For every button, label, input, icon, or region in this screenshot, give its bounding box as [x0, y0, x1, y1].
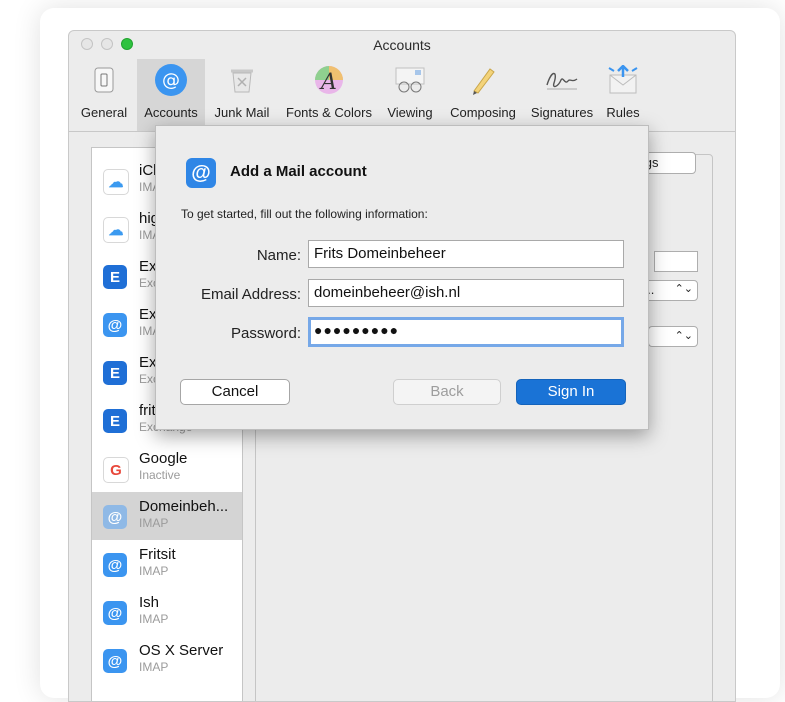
email-label: Email Address: — [200, 286, 301, 303]
chevron-updown-icon: ⌃⌄ — [674, 283, 693, 295]
account-name: OS X Server — [139, 642, 224, 659]
tab-label: Composing — [450, 105, 516, 120]
at-icon: @ — [103, 313, 127, 337]
at-icon: @ — [186, 158, 216, 188]
tab-accounts[interactable]: @ Accounts — [137, 59, 205, 131]
tab-viewing[interactable]: Viewing — [381, 59, 439, 131]
account-name: iCl — [139, 162, 157, 179]
chevron-updown-icon: ⌃⌄ — [674, 330, 693, 342]
account-name: Ex — [139, 258, 157, 275]
svg-text:A: A — [319, 70, 337, 95]
at-icon: @ — [103, 505, 127, 529]
svg-text:@: @ — [162, 70, 180, 91]
detail-text-field[interactable] — [654, 251, 698, 272]
account-name: Domeinbeh... — [139, 498, 229, 515]
account-type: IMAP — [139, 612, 169, 626]
account-name: frit — [139, 402, 156, 419]
tab-composing[interactable]: Composing — [443, 59, 523, 131]
tab-label: General — [80, 105, 128, 120]
tab-label: Signatures — [530, 105, 594, 120]
name-field[interactable]: Frits Domeinbeheer — [308, 240, 624, 268]
title-bar: Accounts — [69, 31, 735, 59]
tab-label: Fonts & Colors — [286, 105, 372, 120]
account-list-item[interactable]: G Google Inactive — [92, 444, 242, 492]
preferences-toolbar: General @ Accounts Junk Mail A Fonts & C… — [69, 59, 735, 132]
pencil-icon — [463, 63, 503, 97]
tab-label: Rules — [606, 105, 640, 120]
at-icon: @ — [151, 63, 191, 97]
account-name: Ex — [139, 306, 157, 323]
account-name: Google — [139, 450, 188, 467]
account-type: IMAP — [139, 660, 169, 674]
tab-junk-mail[interactable]: Junk Mail — [209, 59, 275, 131]
exchange-icon: E — [103, 265, 127, 289]
name-label: Name: — [256, 247, 301, 264]
add-mail-account-sheet: @ Add a Mail account To get started, fil… — [155, 125, 649, 430]
back-button[interactable]: Back — [393, 379, 501, 405]
exchange-icon: E — [103, 409, 127, 433]
window-title: Accounts — [373, 37, 431, 53]
icloud-icon: ☁ — [103, 169, 129, 195]
cancel-button[interactable]: Cancel — [180, 379, 290, 405]
account-name: Ish — [139, 594, 160, 611]
email-field[interactable]: domeinbeheer@ish.nl — [308, 279, 624, 307]
at-icon: @ — [103, 649, 127, 673]
tab-label: Accounts — [144, 105, 198, 120]
at-icon: @ — [103, 601, 127, 625]
icloud-icon: ☁ — [103, 217, 129, 243]
tab-signatures[interactable]: Signatures — [525, 59, 599, 131]
trash-icon — [222, 63, 262, 97]
account-type: IMAP — [139, 516, 169, 530]
sheet-title: Add a Mail account — [230, 163, 367, 180]
switch-icon — [84, 63, 124, 97]
at-icon: @ — [103, 553, 127, 577]
sheet-instructions: To get started, fill out the following i… — [181, 207, 428, 221]
tab-fonts-colors[interactable]: A Fonts & Colors — [279, 59, 379, 131]
rules-icon — [603, 63, 643, 97]
exchange-icon: E — [103, 361, 127, 385]
account-list-item[interactable]: @ Ish IMAP — [92, 588, 242, 636]
font-icon: A — [309, 63, 349, 97]
account-name: Ex — [139, 354, 157, 371]
account-list-item[interactable]: @ Domeinbeh... IMAP — [92, 492, 242, 540]
detail-popup-2[interactable]: ⌃⌄ — [648, 326, 698, 347]
account-type: Inactive — [139, 468, 181, 482]
tab-general[interactable]: General — [75, 59, 133, 131]
account-type: IMAP — [139, 564, 169, 578]
account-name: Fritsit — [139, 546, 176, 563]
account-list-item[interactable]: @ Fritsit IMAP — [92, 540, 242, 588]
account-list-item[interactable]: @ OS X Server IMAP — [92, 636, 242, 684]
tab-label: Viewing — [387, 105, 433, 120]
signature-icon — [542, 63, 582, 97]
password-label: Password: — [230, 325, 301, 342]
google-icon: G — [103, 457, 129, 483]
password-field[interactable]: ●●●●●●●●● — [308, 317, 624, 347]
glasses-icon — [390, 63, 430, 97]
tab-rules[interactable]: Rules — [601, 59, 645, 131]
tab-label: Junk Mail — [214, 105, 270, 120]
sign-in-button[interactable]: Sign In — [516, 379, 626, 405]
